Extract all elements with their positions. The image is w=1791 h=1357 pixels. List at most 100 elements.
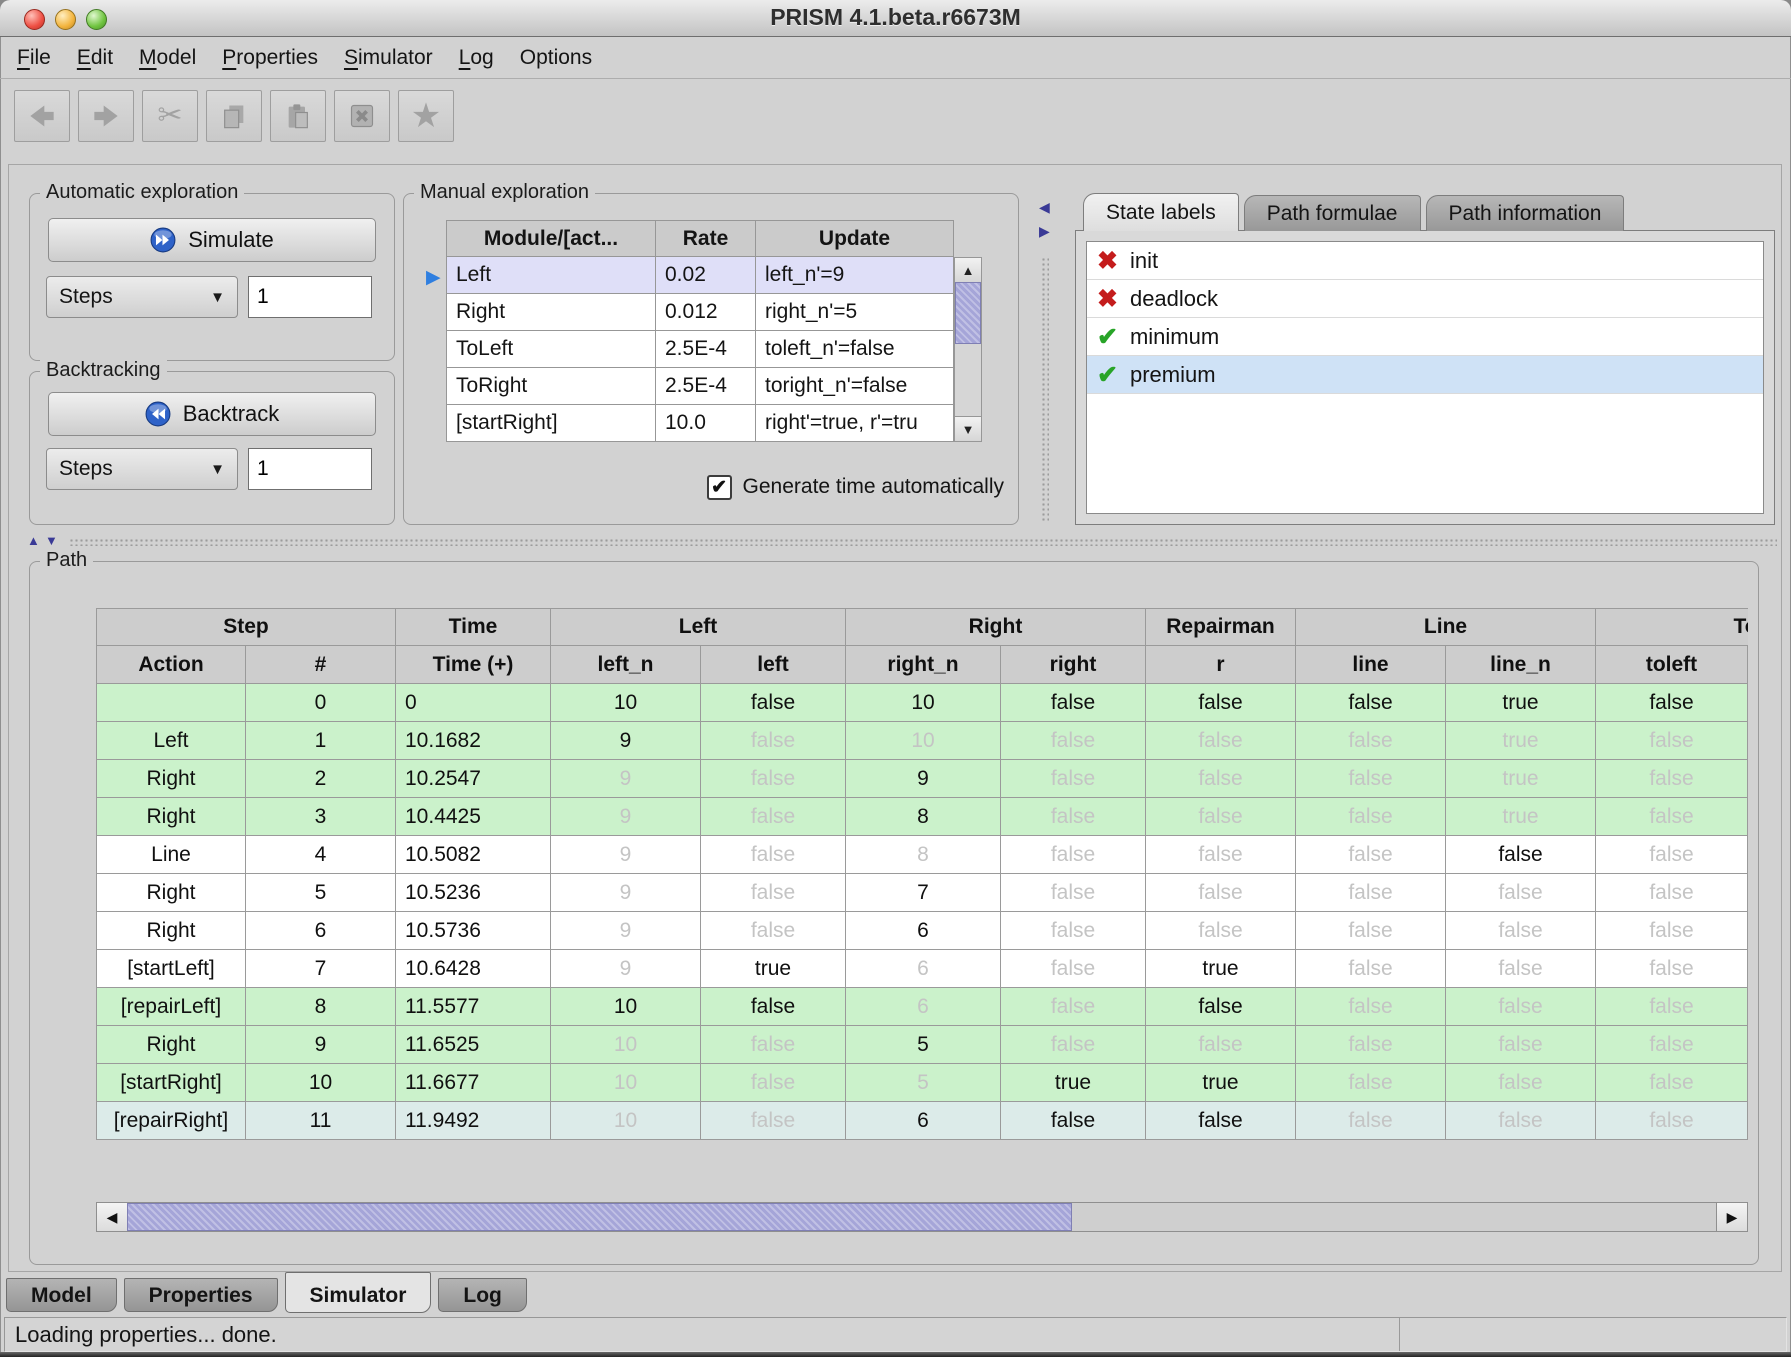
state-label-item[interactable]: ✔minimum xyxy=(1087,318,1763,356)
bottom-tab-properties[interactable]: Properties xyxy=(124,1278,278,1312)
backtrack-steps-input[interactable] xyxy=(248,448,372,490)
backtracking-group: Backtracking Backtrack Steps ▼ xyxy=(29,371,395,525)
path-row[interactable]: [repairRight]1111.949210false6falsefalse… xyxy=(96,1102,1748,1140)
path-row[interactable]: Line410.50829false8falsefalsefalsefalsef… xyxy=(96,836,1748,874)
manual-column-header[interactable]: Update xyxy=(756,220,954,257)
path-column-header[interactable]: Action xyxy=(96,646,246,684)
splitter-grip[interactable] xyxy=(69,538,1777,546)
path-row[interactable]: Right610.57369false6falsefalsefalsefalse… xyxy=(96,912,1748,950)
path-column-header[interactable]: Time (+) xyxy=(396,646,551,684)
horizontal-splitter[interactable]: ▲ ▼ xyxy=(13,535,1777,549)
redo-button[interactable] xyxy=(78,90,134,142)
path-group-header[interactable]: Repairman xyxy=(1146,608,1296,646)
menu-properties[interactable]: Properties xyxy=(209,46,331,70)
manual-transition-row[interactable]: [startRight]10.0right'=true, r'=tru xyxy=(446,405,954,442)
scrollbar-thumb[interactable] xyxy=(955,282,981,344)
copy-button[interactable] xyxy=(206,90,262,142)
scrollbar-thumb[interactable] xyxy=(127,1203,1072,1231)
simulate-steps-combo-label: Steps xyxy=(59,285,113,309)
manual-transition-row[interactable]: Right0.012right_n'=5 xyxy=(446,294,954,331)
path-column-header[interactable]: left_n xyxy=(551,646,701,684)
path-group-header[interactable]: Time xyxy=(396,608,551,646)
paste-button[interactable] xyxy=(270,90,326,142)
path-cell: [startRight] xyxy=(96,1064,246,1102)
path-column-header[interactable]: toleft xyxy=(1596,646,1748,684)
path-column-header[interactable]: line_n xyxy=(1446,646,1596,684)
path-cell: Right xyxy=(96,912,246,950)
collapse-down-icon[interactable]: ▼ xyxy=(45,533,58,548)
star-button[interactable]: ★ xyxy=(398,90,454,142)
simulator-frame: Automatic exploration Simulate Steps ▼ B… xyxy=(8,164,1782,1272)
path-column-header[interactable]: r xyxy=(1146,646,1296,684)
undo-button[interactable] xyxy=(14,90,70,142)
path-column-header[interactable]: left xyxy=(701,646,846,684)
bottom-tab-log[interactable]: Log xyxy=(438,1278,526,1312)
scroll-left-button[interactable]: ◀ xyxy=(97,1203,128,1231)
path-group-header[interactable]: To xyxy=(1596,608,1748,646)
scroll-down-button[interactable]: ▼ xyxy=(955,416,981,441)
scroll-up-button[interactable]: ▲ xyxy=(955,258,981,283)
manual-transition-row[interactable]: ToLeft2.5E-4toleft_n'=false xyxy=(446,331,954,368)
vertical-splitter[interactable]: ◀ ▶ xyxy=(1039,193,1051,523)
bottom-tab-simulator[interactable]: Simulator xyxy=(285,1272,432,1313)
collapse-up-icon[interactable]: ▲ xyxy=(27,533,40,548)
path-row[interactable]: Right510.52369false7falsefalsefalsefalse… xyxy=(96,874,1748,912)
path-cell: 9 xyxy=(551,798,701,836)
path-row[interactable]: [startRight]1011.667710false5truetruefal… xyxy=(96,1064,1748,1102)
splitter-grip[interactable] xyxy=(1041,257,1049,523)
path-row[interactable]: Left110.16829false10falsefalsefalsetruef… xyxy=(96,722,1748,760)
path-row[interactable]: Right310.44259false8falsefalsefalsetruef… xyxy=(96,798,1748,836)
menu-model[interactable]: Model xyxy=(126,46,209,70)
path-cell: 2 xyxy=(246,760,396,798)
scroll-right-button[interactable]: ▶ xyxy=(1716,1203,1747,1231)
delete-button[interactable] xyxy=(334,90,390,142)
generate-time-checkbox[interactable]: ✔ xyxy=(707,475,732,500)
menu-file[interactable]: File xyxy=(4,46,64,70)
path-row[interactable]: 0010false10falsefalsefalsetruefalse xyxy=(96,684,1748,722)
title-bar[interactable]: PRISM 4.1.beta.r6673M xyxy=(0,0,1791,37)
menu-edit[interactable]: Edit xyxy=(64,46,126,70)
menu-options[interactable]: Options xyxy=(507,46,605,70)
path-group-header[interactable]: Right xyxy=(846,608,1146,646)
path-cell: false xyxy=(1596,1102,1748,1140)
delete-icon xyxy=(348,102,376,130)
simulate-steps-input[interactable] xyxy=(248,276,372,318)
manual-transition-row[interactable]: Left0.02left_n'=9 xyxy=(446,257,954,294)
menu-log[interactable]: Log xyxy=(446,46,507,70)
manual-transition-row[interactable]: ToRight2.5E-4toright_n'=false xyxy=(446,368,954,405)
path-cell: false xyxy=(1596,950,1748,988)
path-row[interactable]: [startLeft]710.64289true6falsetruefalsef… xyxy=(96,950,1748,988)
path-row[interactable]: Right210.25479false9falsefalsefalsetruef… xyxy=(96,760,1748,798)
path-row[interactable]: [repairLeft]811.557710false6falsefalsefa… xyxy=(96,988,1748,1026)
path-column-header[interactable]: line xyxy=(1296,646,1446,684)
path-column-header[interactable]: right_n xyxy=(846,646,1001,684)
path-cell: 9 xyxy=(846,760,1001,798)
backtrack-button[interactable]: Backtrack xyxy=(48,392,376,436)
backtrack-steps-combo[interactable]: Steps ▼ xyxy=(46,448,238,490)
manual-table-scrollbar[interactable]: ▲ ▼ xyxy=(954,257,982,442)
manual-cell-rate: 2.5E-4 xyxy=(656,331,756,368)
collapse-right-icon[interactable]: ▶ xyxy=(1039,223,1050,240)
cut-button[interactable]: ✂ xyxy=(142,90,198,142)
tab-path-formulae[interactable]: Path formulae xyxy=(1244,195,1421,231)
state-label-item[interactable]: ✔premium xyxy=(1087,356,1763,394)
path-group-header[interactable]: Line xyxy=(1296,608,1596,646)
simulate-steps-combo[interactable]: Steps ▼ xyxy=(46,276,238,318)
tab-state-labels[interactable]: State labels xyxy=(1083,193,1239,231)
manual-column-header[interactable]: Rate xyxy=(656,220,756,257)
state-label-item[interactable]: ✖deadlock xyxy=(1087,280,1763,318)
collapse-left-icon[interactable]: ◀ xyxy=(1039,199,1050,216)
menu-simulator[interactable]: Simulator xyxy=(331,46,446,70)
path-cell: false xyxy=(701,760,846,798)
path-horizontal-scrollbar[interactable]: ◀ ▶ xyxy=(96,1202,1748,1232)
path-column-header[interactable]: right xyxy=(1001,646,1146,684)
manual-column-header[interactable]: Module/[act... xyxy=(446,220,656,257)
path-row[interactable]: Right911.652510false5falsefalsefalsefals… xyxy=(96,1026,1748,1064)
tab-path-information[interactable]: Path information xyxy=(1426,195,1625,231)
path-column-header[interactable]: # xyxy=(246,646,396,684)
path-group-header[interactable]: Left xyxy=(551,608,846,646)
bottom-tab-model[interactable]: Model xyxy=(6,1278,117,1312)
path-group-header[interactable]: Step xyxy=(96,608,396,646)
simulate-button[interactable]: Simulate xyxy=(48,218,376,262)
state-label-item[interactable]: ✖init xyxy=(1087,242,1763,280)
